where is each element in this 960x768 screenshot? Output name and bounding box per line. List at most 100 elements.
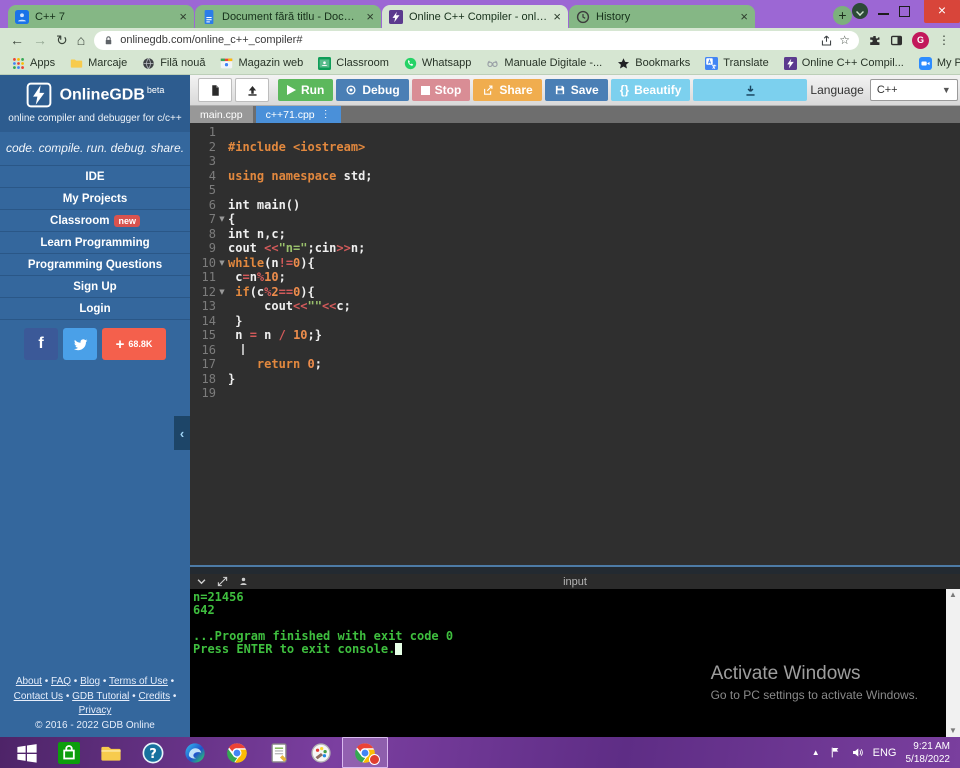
bookmark-item[interactable]: Marcaje xyxy=(70,57,127,70)
sidebar-item-classroom[interactable]: Classroomnew xyxy=(0,210,190,232)
browser-tab[interactable]: Online C++ Compiler - online ed...× xyxy=(382,5,568,28)
tab-close-icon[interactable]: × xyxy=(553,10,561,23)
file-tab[interactable]: main.cpp xyxy=(190,106,253,123)
side-panel-icon[interactable] xyxy=(890,34,903,47)
sidebar-item-programming-questions[interactable]: Programming Questions xyxy=(0,254,190,276)
code-editor[interactable]: 12#include <iostream>34using namespace s… xyxy=(190,123,960,565)
footer-link[interactable]: Privacy xyxy=(79,705,112,716)
share-page-icon[interactable] xyxy=(820,34,833,47)
debug-button[interactable]: Debug xyxy=(336,79,408,101)
sidebar-item-sign-up[interactable]: Sign Up xyxy=(0,276,190,298)
fold-icon[interactable]: ▼ xyxy=(216,256,228,271)
code-line[interactable]: 2#include <iostream> xyxy=(190,140,960,155)
console-output[interactable]: n=21456642 ...Program finished with exit… xyxy=(190,589,960,737)
back-icon[interactable]: ← xyxy=(10,33,24,47)
file-explorer-icon[interactable] xyxy=(90,737,132,768)
store-icon[interactable] xyxy=(48,737,90,768)
footer-link[interactable]: GDB Tutorial xyxy=(72,691,129,702)
tray-expand-icon[interactable]: ▲ xyxy=(812,748,820,757)
new-tab-button[interactable]: + xyxy=(833,6,852,25)
browser-tab[interactable]: Document fără titlu - Documente× xyxy=(195,5,381,28)
code-line[interactable]: 4using namespace std; xyxy=(190,169,960,184)
sidebar-item-my-projects[interactable]: My Projects xyxy=(0,188,190,210)
bookmark-star-icon[interactable]: ☆ xyxy=(839,34,850,46)
tab-close-icon[interactable]: × xyxy=(179,10,187,23)
bookmark-item[interactable]: Online C++ Compil... xyxy=(784,57,904,70)
bookmark-item[interactable]: Classroom xyxy=(318,57,389,70)
home-icon[interactable]: ⌂ xyxy=(77,33,85,47)
language-select[interactable]: C++▼ xyxy=(870,79,958,101)
code-line[interactable]: 12▼ if(c%2==0){ xyxy=(190,285,960,300)
download-button[interactable] xyxy=(693,79,807,101)
code-line[interactable]: 3 xyxy=(190,154,960,169)
bookmark-item[interactable]: Translate xyxy=(705,57,768,70)
run-button[interactable]: Run xyxy=(278,79,333,101)
fold-icon[interactable]: ▼ xyxy=(216,212,228,227)
chrome-icon[interactable] xyxy=(216,737,258,768)
tab-close-icon[interactable]: × xyxy=(366,10,374,23)
bookmark-item[interactable]: My Profile - Zoom xyxy=(919,57,960,70)
start-button[interactable] xyxy=(6,737,48,768)
profile-avatar[interactable]: G xyxy=(912,32,929,49)
footer-link[interactable]: Credits xyxy=(138,691,170,702)
refresh-icon[interactable]: ↻ xyxy=(56,33,68,47)
beautify-button[interactable]: {} Beautify xyxy=(611,79,691,101)
bookmark-item[interactable]: Whatsapp xyxy=(404,57,472,70)
browser-tab[interactable]: History× xyxy=(569,5,755,28)
code-line[interactable]: 8int n,c; xyxy=(190,227,960,242)
close-button[interactable]: × xyxy=(924,0,960,23)
language-indicator[interactable]: ENG xyxy=(873,747,897,759)
twitter-button[interactable] xyxy=(63,328,97,360)
footer-link[interactable]: Contact Us xyxy=(14,691,63,702)
facebook-button[interactable]: f xyxy=(24,328,58,360)
sidebar-collapse-handle[interactable]: ‹ xyxy=(174,416,190,450)
flag-icon[interactable] xyxy=(829,746,842,759)
share-count-button[interactable]: + 68.8K xyxy=(102,328,166,360)
paint-icon[interactable] xyxy=(300,737,342,768)
code-line[interactable]: 13 cout<<""<<c; xyxy=(190,299,960,314)
footer-link[interactable]: Terms of Use xyxy=(109,676,168,687)
file-tab[interactable]: c++71.cpp⋮ xyxy=(256,106,341,123)
tab-search-icon[interactable] xyxy=(852,3,868,19)
tab-close-icon[interactable]: × xyxy=(740,10,748,23)
share-button[interactable]: Share xyxy=(473,79,541,101)
code-line[interactable]: 6int main() xyxy=(190,198,960,213)
save-button[interactable]: Save xyxy=(545,79,608,101)
console-splitter[interactable] xyxy=(190,565,960,574)
browser-menu-icon[interactable]: ⋮ xyxy=(938,33,950,47)
clock[interactable]: 9:21 AM 5/18/2022 xyxy=(906,740,951,766)
chrome-active-icon[interactable] xyxy=(342,737,388,768)
sidebar-item-learn-programming[interactable]: Learn Programming xyxy=(0,232,190,254)
code-line[interactable]: 1 xyxy=(190,125,960,140)
sidebar-item-ide[interactable]: IDE xyxy=(0,166,190,188)
code-line[interactable]: 7▼{ xyxy=(190,212,960,227)
stop-button[interactable]: Stop xyxy=(412,79,471,101)
console-scrollbar[interactable]: ▲ ▼ xyxy=(946,589,960,737)
code-line[interactable]: 5 xyxy=(190,183,960,198)
bookmark-item[interactable]: Magazin web xyxy=(220,57,303,70)
bookmark-item[interactable]: Bookmarks xyxy=(617,57,690,70)
code-line[interactable]: 19 xyxy=(190,386,960,401)
notepad-icon[interactable] xyxy=(258,737,300,768)
open-file-button[interactable] xyxy=(235,78,269,102)
code-line[interactable]: 18} xyxy=(190,372,960,387)
bookmark-item[interactable]: Manuale Digitale -... xyxy=(486,57,602,70)
footer-link[interactable]: Blog xyxy=(80,676,100,687)
file-tab-menu-icon[interactable]: ⋮ xyxy=(321,109,331,120)
bookmark-item[interactable]: Apps xyxy=(12,57,55,70)
code-line[interactable]: 10▼while(n!=0){ xyxy=(190,256,960,271)
bookmark-item[interactable]: Filă nouă xyxy=(142,57,205,70)
fold-icon[interactable]: ▼ xyxy=(216,285,228,300)
volume-icon[interactable] xyxy=(851,746,864,759)
code-line[interactable]: 11 c=n%10; xyxy=(190,270,960,285)
scroll-down-icon[interactable]: ▼ xyxy=(949,727,957,735)
browser-tab[interactable]: C++ 7× xyxy=(8,5,194,28)
help-icon[interactable]: ? xyxy=(132,737,174,768)
restore-button[interactable] xyxy=(899,6,910,17)
sidebar-item-login[interactable]: Login xyxy=(0,298,190,320)
new-file-button[interactable] xyxy=(198,78,232,102)
footer-link[interactable]: About xyxy=(16,676,42,687)
edge-icon[interactable] xyxy=(174,737,216,768)
forward-icon[interactable]: → xyxy=(33,33,47,47)
code-line[interactable]: 9cout <<"n=";cin>>n; xyxy=(190,241,960,256)
